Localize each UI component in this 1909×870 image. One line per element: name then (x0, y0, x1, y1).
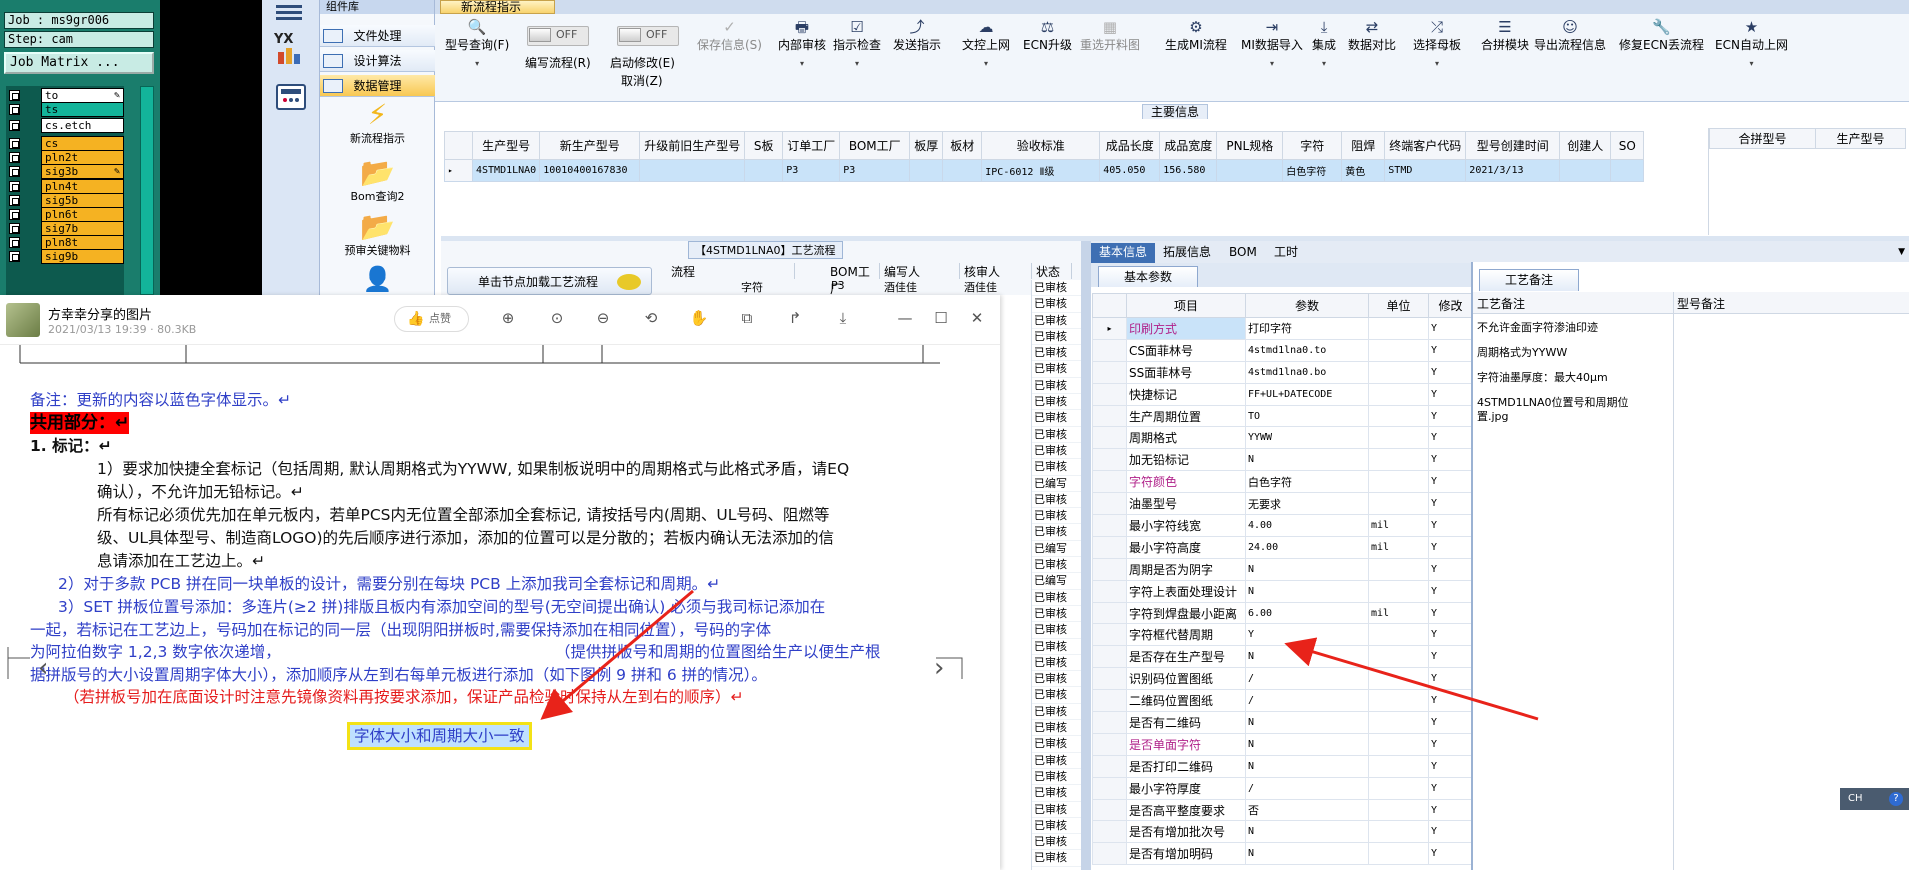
help-icon[interactable]: ? (1889, 792, 1903, 806)
annotation-arrows (540, 589, 1539, 721)
screen: Job : ms9gr006 Step: cam Job Matrix ... … (0, 0, 1909, 870)
arrow-to-param (1284, 637, 1539, 721)
ime-language: CH (1848, 793, 1863, 804)
ime-tray[interactable]: CH ? (1840, 788, 1909, 810)
arrow-to-highlight (540, 589, 694, 720)
